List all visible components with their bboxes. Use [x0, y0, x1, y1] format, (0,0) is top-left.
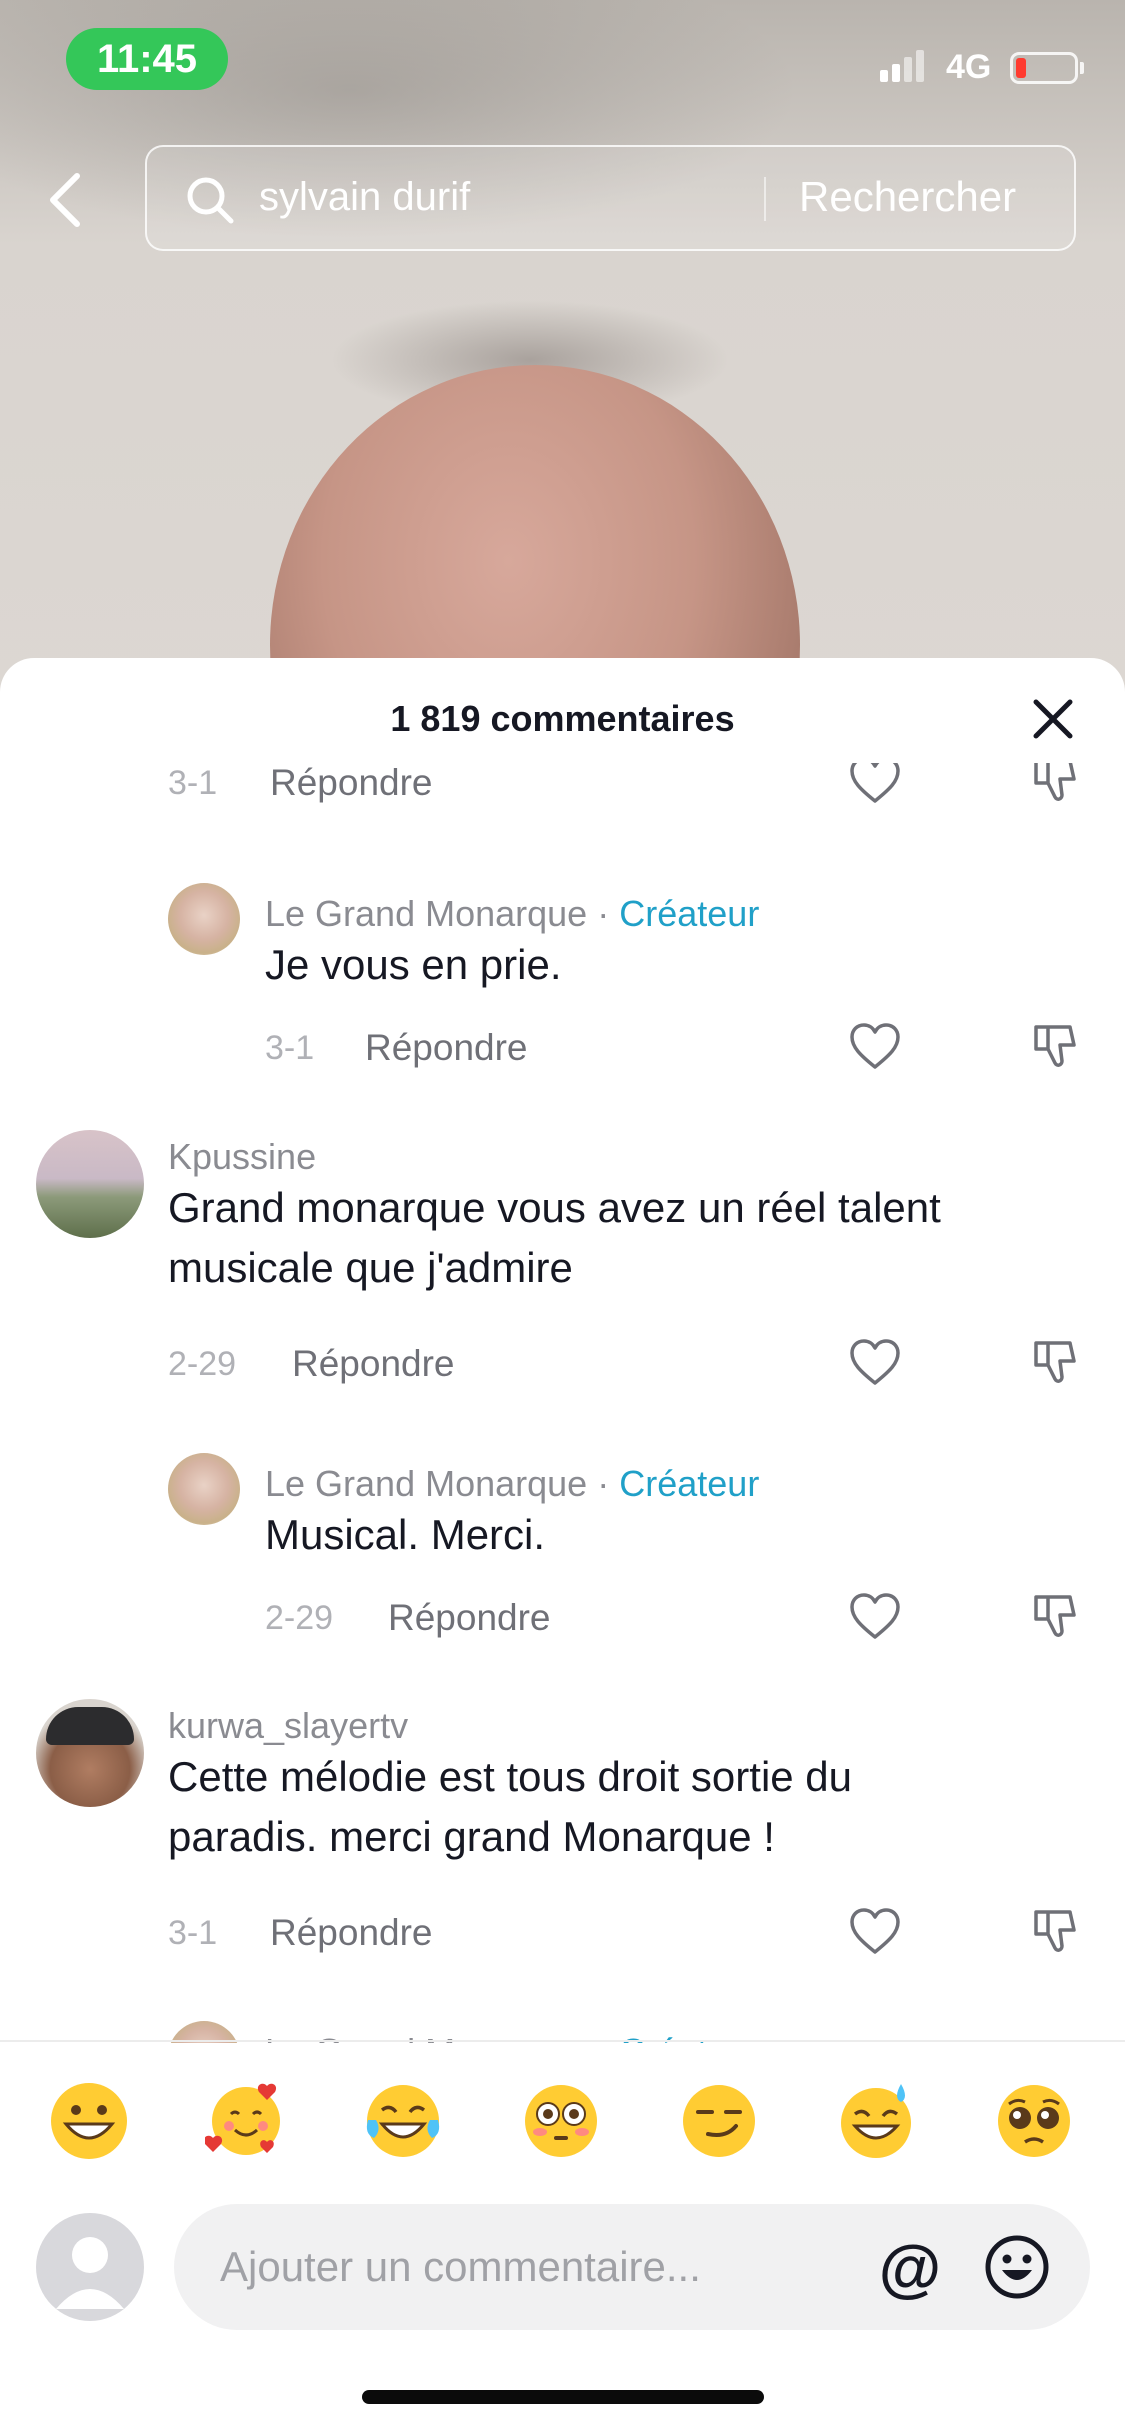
- signal-strength-icon: [880, 48, 924, 82]
- comment-author[interactable]: Le Grand Monarque · Créateur: [265, 1463, 759, 1505]
- comment-item: kurwa_slayertv Cette mélodie est tous dr…: [0, 1699, 1125, 1999]
- comment-input[interactable]: [220, 2232, 820, 2302]
- heart-icon[interactable]: [848, 1591, 902, 1641]
- avatar[interactable]: [168, 1453, 240, 1525]
- comment-text-line-1: Cette mélodie est tous droit sortie du: [168, 1753, 853, 1800]
- video-person-head: [270, 365, 800, 700]
- reply-button[interactable]: Répondre: [270, 763, 433, 804]
- comment-date: 2-29: [265, 1599, 334, 1637]
- avatar[interactable]: [168, 883, 240, 955]
- user-placeholder-icon: [56, 2237, 124, 2309]
- comment-text-line-2: musicale que j'admire: [168, 1244, 573, 1291]
- comments-sheet: 1 819 commentaires 3-1 Répondre Le Grand…: [0, 658, 1125, 2436]
- grinning-face-icon[interactable]: [48, 2080, 130, 2162]
- dislike-icon[interactable]: [1030, 1591, 1080, 1641]
- comment-author[interactable]: kurwa_slayertv: [168, 1705, 408, 1747]
- author-name[interactable]: Le Grand Monarque: [265, 1463, 587, 1504]
- avatar[interactable]: [36, 1130, 144, 1238]
- flushed-face-icon[interactable]: [520, 2080, 602, 2162]
- dislike-icon[interactable]: [1030, 1337, 1080, 1387]
- reply-button[interactable]: Répondre: [270, 1912, 433, 1954]
- home-indicator: [362, 2390, 764, 2404]
- comment-date: 3-1: [265, 1029, 315, 1067]
- emoji-quick-bar: [0, 2042, 1125, 2192]
- network-type: 4G: [946, 48, 992, 86]
- battery-tip: [1080, 62, 1084, 74]
- comment-reply: 3-1 Répondre: [0, 763, 1125, 853]
- dislike-icon[interactable]: [1030, 763, 1080, 805]
- comment-item: Kpussine Grand monarque vous avez un rée…: [0, 1130, 1125, 1430]
- comment-date: 2-29: [168, 1345, 237, 1383]
- grinning-face-with-sweat-icon[interactable]: [835, 2080, 917, 2162]
- reply-button[interactable]: Répondre: [365, 1027, 528, 1069]
- comment-date: 3-1: [168, 764, 218, 802]
- chevron-left-icon: [50, 173, 80, 227]
- close-icon[interactable]: [1030, 696, 1076, 742]
- comment-date: 3-1: [168, 1914, 218, 1952]
- name-separator: ·: [597, 1463, 610, 1504]
- search-submit-button[interactable]: Rechercher: [799, 173, 1016, 221]
- comment-reply: Le Grand Monarque · Créateur Je vous en …: [0, 883, 1125, 1133]
- my-avatar[interactable]: [36, 2213, 144, 2321]
- avatar[interactable]: [36, 1699, 144, 1807]
- status-time: 11:45: [66, 28, 228, 90]
- pleading-face-icon[interactable]: [993, 2080, 1075, 2162]
- heart-icon[interactable]: [848, 763, 902, 805]
- creator-badge: Créateur: [619, 893, 760, 934]
- comment-author[interactable]: Le Grand Monarque · Créateur: [265, 893, 759, 935]
- comment-text-line-2: paradis. merci grand Monarque !: [168, 1813, 775, 1860]
- comment-text: Je vous en prie.: [265, 941, 562, 988]
- search-query[interactable]: sylvain durif: [259, 175, 470, 220]
- search-divider: [764, 177, 766, 221]
- face-with-tears-of-joy-icon[interactable]: [362, 2080, 444, 2162]
- back-button[interactable]: [40, 165, 90, 235]
- search-icon: [187, 177, 234, 224]
- comments-count-title: 1 819 commentaires: [390, 698, 735, 739]
- comment-author[interactable]: Kpussine: [168, 1136, 316, 1178]
- heart-icon[interactable]: [848, 1906, 902, 1956]
- heart-icon[interactable]: [848, 1021, 902, 1071]
- comments-list[interactable]: 3-1 Répondre Le Grand Monarque · Créateu…: [0, 763, 1125, 2043]
- heart-icon[interactable]: [848, 1337, 902, 1387]
- smiling-face-with-hearts-icon[interactable]: [205, 2080, 287, 2162]
- comment-reply: Le Grand Monarque · Créateur Musical. Me…: [0, 1453, 1125, 1703]
- battery-icon: [1010, 52, 1078, 84]
- comment-text: Musical. Merci.: [265, 1511, 546, 1558]
- name-separator: ·: [597, 893, 610, 934]
- dislike-icon[interactable]: [1030, 1021, 1080, 1071]
- comment-text-line-1: Grand monarque vous avez un réel talent: [168, 1184, 941, 1231]
- author-name[interactable]: Le Grand Monarque: [265, 893, 587, 934]
- video-background[interactable]: [0, 0, 1125, 700]
- mention-button[interactable]: @: [874, 2232, 946, 2304]
- emoji-picker-icon[interactable]: [984, 2234, 1050, 2300]
- dislike-icon[interactable]: [1030, 1906, 1080, 1956]
- search-bar[interactable]: sylvain durif Rechercher: [145, 145, 1076, 251]
- reply-button[interactable]: Répondre: [388, 1597, 551, 1639]
- comment-composer[interactable]: @: [174, 2204, 1090, 2330]
- smirking-face-icon[interactable]: [678, 2080, 760, 2162]
- creator-badge: Créateur: [619, 1463, 760, 1504]
- reply-button[interactable]: Répondre: [292, 1343, 455, 1385]
